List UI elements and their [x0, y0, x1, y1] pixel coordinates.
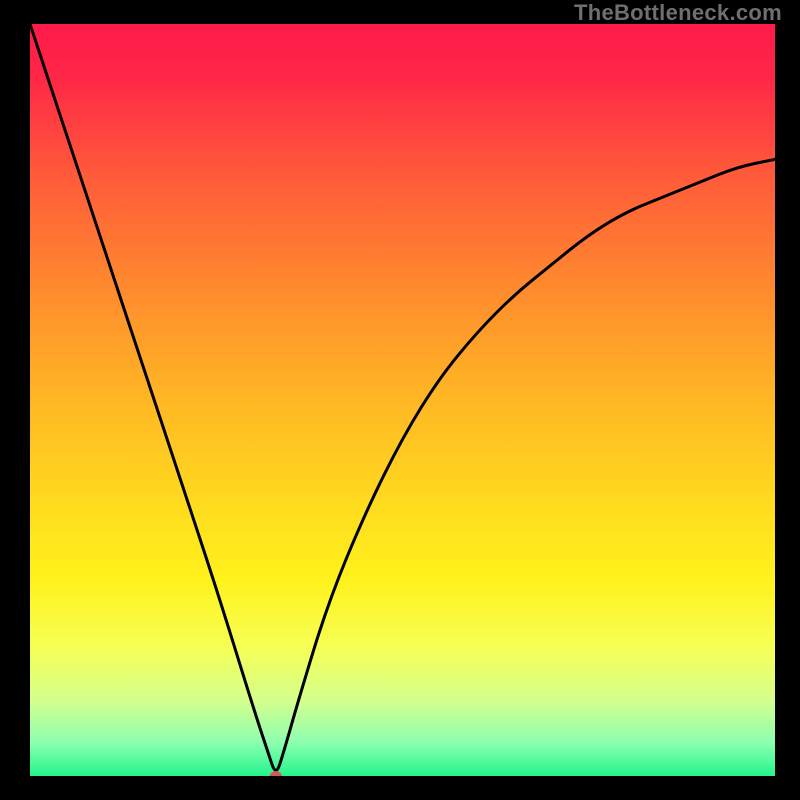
plot-background: [30, 24, 775, 776]
watermark-text: TheBottleneck.com: [574, 0, 782, 26]
bottleneck-chart: [0, 0, 800, 800]
minimum-marker: [270, 771, 282, 781]
